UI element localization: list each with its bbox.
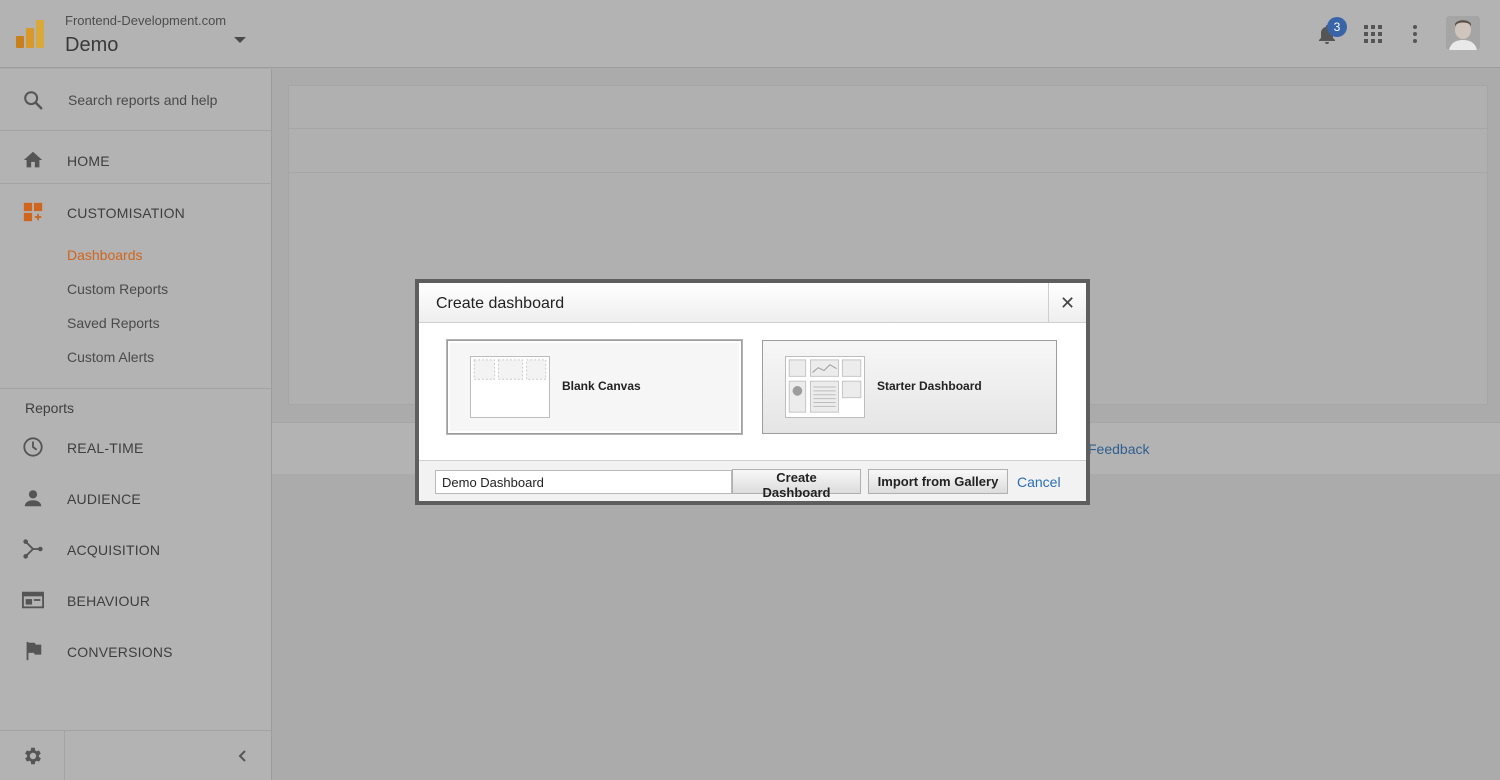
sidebar-footer: [0, 730, 271, 780]
feedback-link[interactable]: Feedback: [1088, 441, 1149, 457]
clock-icon: [23, 437, 43, 457]
search-input[interactable]: [68, 89, 258, 111]
nav-home-label: HOME: [67, 153, 110, 169]
create-dashboard-dialog: Create dashboard ✕ Blank Canvas Starter …: [415, 279, 1090, 505]
footer-separator: [64, 731, 65, 780]
import-from-gallery-button[interactable]: Import from Gallery: [868, 469, 1008, 494]
account-domain[interactable]: Frontend-Development.com: [65, 13, 226, 28]
sidebar: HOME CUSTOMISATION Dashboards Custom Rep…: [0, 69, 272, 780]
sidebar-item-dashboards[interactable]: Dashboards: [67, 247, 143, 263]
starter-dashboard-label: Starter Dashboard: [877, 379, 982, 393]
create-dashboard-button[interactable]: Create Dashboard: [732, 469, 861, 500]
nav-behaviour[interactable]: BEHAVIOUR: [0, 575, 271, 625]
chevron-left-icon[interactable]: [236, 749, 250, 763]
user-photo: [1446, 16, 1480, 50]
apps-grid-icon[interactable]: [1364, 25, 1382, 43]
analytics-logo-icon[interactable]: [16, 20, 44, 48]
dialog-title: Create dashboard: [436, 295, 565, 312]
avatar[interactable]: [1446, 16, 1480, 50]
person-icon: [24, 490, 42, 507]
divider: [289, 172, 1487, 173]
starter-dashboard-option[interactable]: Starter Dashboard: [762, 340, 1057, 434]
dashboard-add-icon: [23, 202, 43, 222]
divider: [0, 388, 271, 389]
nav-acquisition-label: ACQUISITION: [67, 542, 161, 558]
blank-canvas-thumbnail: [470, 356, 550, 418]
close-icon[interactable]: ✕: [1048, 283, 1086, 323]
acquisition-icon: [23, 539, 43, 559]
top-bar: Frontend-Development.com Demo 3: [0, 0, 1500, 68]
search-icon[interactable]: [22, 89, 44, 111]
dialog-footer: Create Dashboard Import from Gallery Can…: [419, 460, 1086, 501]
sidebar-item-custom-alerts[interactable]: Custom Alerts: [67, 349, 154, 365]
chevron-down-icon[interactable]: [234, 37, 246, 43]
nav-behaviour-label: BEHAVIOUR: [67, 593, 151, 609]
nav-acquisition[interactable]: ACQUISITION: [0, 524, 271, 574]
nav-real-time[interactable]: REAL-TIME: [0, 422, 271, 472]
sidebar-item-custom-reports[interactable]: Custom Reports: [67, 281, 168, 297]
nav-customisation[interactable]: CUSTOMISATION: [0, 187, 271, 237]
divider: [0, 183, 271, 184]
more-vert-icon[interactable]: [1409, 24, 1421, 44]
home-icon: [23, 151, 43, 168]
blank-canvas-option[interactable]: Blank Canvas: [447, 340, 742, 434]
notification-badge[interactable]: 3: [1327, 17, 1347, 37]
gear-icon[interactable]: [22, 745, 44, 767]
flag-icon: [26, 641, 42, 661]
nav-audience[interactable]: AUDIENCE: [0, 473, 271, 523]
nav-conversions-label: CONVERSIONS: [67, 644, 173, 660]
search-bar: [0, 69, 271, 131]
behaviour-icon: [22, 591, 44, 609]
cancel-link[interactable]: Cancel: [1017, 474, 1061, 490]
starter-dashboard-thumbnail: [785, 356, 865, 418]
divider: [289, 128, 1487, 129]
blank-canvas-label: Blank Canvas: [562, 379, 641, 393]
nav-conversions[interactable]: CONVERSIONS: [0, 626, 271, 676]
sidebar-item-saved-reports[interactable]: Saved Reports: [67, 315, 160, 331]
dialog-header: Create dashboard ✕: [419, 283, 1086, 323]
nav-customisation-label: CUSTOMISATION: [67, 205, 185, 221]
nav-real-time-label: REAL-TIME: [67, 440, 144, 456]
account-view-name[interactable]: Demo: [65, 34, 118, 57]
nav-home[interactable]: HOME: [0, 135, 271, 185]
nav-audience-label: AUDIENCE: [67, 491, 141, 507]
reports-heading: Reports: [25, 400, 75, 416]
dashboard-name-input[interactable]: [435, 470, 732, 494]
